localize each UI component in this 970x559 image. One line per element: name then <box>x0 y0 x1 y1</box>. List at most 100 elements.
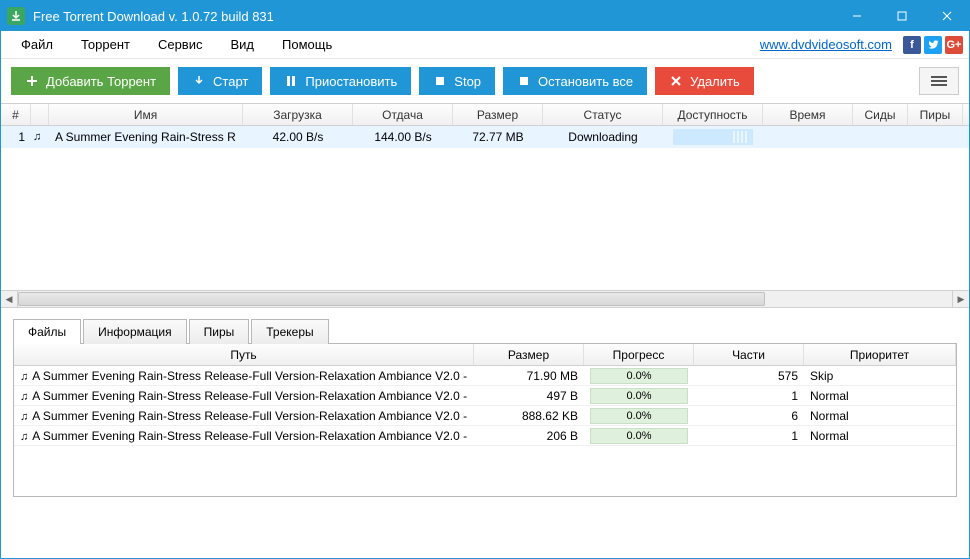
details-tabs: Файлы Информация Пиры Трекеры <box>13 318 957 343</box>
close-button[interactable] <box>924 1 969 31</box>
stop-icon <box>517 74 531 88</box>
menu-service[interactable]: Сервис <box>144 33 217 56</box>
maximize-button[interactable] <box>879 1 924 31</box>
col-icon[interactable] <box>31 104 49 125</box>
fcell-priority: Normal <box>804 389 956 403</box>
scroll-thumb[interactable] <box>18 292 765 306</box>
file-row[interactable]: ♫A Summer Evening Rain-Stress Release-Fu… <box>14 426 956 446</box>
titlebar: Free Torrent Download v. 1.0.72 build 83… <box>1 1 969 31</box>
col-size[interactable]: Размер <box>453 104 543 125</box>
torrent-row[interactable]: 1 ♫ A Summer Evening Rain-Stress R 42.00… <box>1 126 969 148</box>
file-row[interactable]: ♫A Summer Evening Rain-Stress Release-Fu… <box>14 406 956 426</box>
fcell-priority: Normal <box>804 409 956 423</box>
cell-name: A Summer Evening Rain-Stress R <box>49 130 243 144</box>
pause-label: Приостановить <box>305 74 397 89</box>
x-icon <box>669 74 683 88</box>
fcell-progress: 0.0% <box>584 388 694 404</box>
stop-label: Stop <box>454 74 481 89</box>
col-time[interactable]: Время <box>763 104 853 125</box>
fcell-priority: Skip <box>804 369 956 383</box>
cell-icon: ♫ <box>31 131 49 143</box>
col-upload[interactable]: Отдача <box>353 104 453 125</box>
fcol-path[interactable]: Путь <box>14 344 474 365</box>
music-note-icon: ♫ <box>33 131 41 143</box>
menu-help[interactable]: Помощь <box>268 33 346 56</box>
music-note-icon: ♫ <box>20 411 28 423</box>
progress-bar: 0.0% <box>590 368 688 384</box>
fcol-size[interactable]: Размер <box>474 344 584 365</box>
cell-status: Downloading <box>543 130 663 144</box>
menu-view[interactable]: Вид <box>216 33 268 56</box>
fcell-size: 888.62 KB <box>474 409 584 423</box>
fcell-parts: 575 <box>694 369 804 383</box>
music-note-icon: ♫ <box>20 431 28 443</box>
add-torrent-button[interactable]: Добавить Торрент <box>11 67 170 95</box>
fcol-progress[interactable]: Прогресс <box>584 344 694 365</box>
pause-button[interactable]: Приостановить <box>270 67 411 95</box>
col-num[interactable]: # <box>1 104 31 125</box>
fcell-path: ♫A Summer Evening Rain-Stress Release-Fu… <box>14 389 474 403</box>
fcell-progress: 0.0% <box>584 368 694 384</box>
fcell-progress: 0.0% <box>584 428 694 444</box>
progress-bar: 0.0% <box>590 428 688 444</box>
start-label: Старт <box>213 74 248 89</box>
stop-button[interactable]: Stop <box>419 67 495 95</box>
menu-file[interactable]: Файл <box>7 33 67 56</box>
col-name[interactable]: Имя <box>49 104 243 125</box>
fcell-parts: 6 <box>694 409 804 423</box>
start-button[interactable]: Старт <box>178 67 262 95</box>
scroll-right-arrow[interactable]: ▶ <box>952 291 969 307</box>
torrents-table: # Имя Загрузка Отдача Размер Статус Дост… <box>1 103 969 308</box>
website-link[interactable]: www.dvdvideosoft.com <box>752 37 900 52</box>
cell-avail <box>663 129 763 145</box>
horizontal-scrollbar[interactable]: ◀ ▶ <box>1 290 969 308</box>
music-note-icon: ♫ <box>20 371 28 383</box>
torrents-header-row: # Имя Загрузка Отдача Размер Статус Дост… <box>1 104 969 126</box>
menu-torrent[interactable]: Торрент <box>67 33 144 56</box>
hamburger-menu-button[interactable] <box>919 67 959 95</box>
col-peers[interactable]: Пиры <box>908 104 963 125</box>
tab-info[interactable]: Информация <box>83 319 186 344</box>
googleplus-icon[interactable]: G+ <box>945 36 963 54</box>
col-download[interactable]: Загрузка <box>243 104 353 125</box>
availability-bar <box>673 129 753 145</box>
fcell-path: ♫A Summer Evening Rain-Stress Release-Fu… <box>14 429 474 443</box>
delete-button[interactable]: Удалить <box>655 67 754 95</box>
pause-icon <box>284 74 298 88</box>
torrents-body: 1 ♫ A Summer Evening Rain-Stress R 42.00… <box>1 126 969 290</box>
window-title: Free Torrent Download v. 1.0.72 build 83… <box>33 9 834 24</box>
file-row[interactable]: ♫A Summer Evening Rain-Stress Release-Fu… <box>14 386 956 406</box>
files-header-row: Путь Размер Прогресс Части Приоритет <box>14 344 956 366</box>
tab-trackers[interactable]: Трекеры <box>251 319 328 344</box>
col-avail[interactable]: Доступность <box>663 104 763 125</box>
file-row[interactable]: ♫A Summer Evening Rain-Stress Release-Fu… <box>14 366 956 386</box>
app-icon <box>7 7 25 25</box>
cell-num: 1 <box>1 130 31 144</box>
scroll-track[interactable] <box>18 291 952 307</box>
fcol-parts[interactable]: Части <box>694 344 804 365</box>
tab-peers[interactable]: Пиры <box>189 319 250 344</box>
progress-bar: 0.0% <box>590 388 688 404</box>
minimize-button[interactable] <box>834 1 879 31</box>
cell-size: 72.77 MB <box>453 130 543 144</box>
col-status[interactable]: Статус <box>543 104 663 125</box>
scroll-left-arrow[interactable]: ◀ <box>1 291 18 307</box>
menubar: Файл Торрент Сервис Вид Помощь www.dvdvi… <box>1 31 969 59</box>
tab-files[interactable]: Файлы <box>13 319 81 344</box>
facebook-icon[interactable]: f <box>903 36 921 54</box>
plus-icon <box>25 74 39 88</box>
delete-label: Удалить <box>690 74 740 89</box>
stop-all-button[interactable]: Остановить все <box>503 67 647 95</box>
col-seeds[interactable]: Сиды <box>853 104 908 125</box>
stop-icon <box>433 74 447 88</box>
details-panel: Файлы Информация Пиры Трекеры Путь Разме… <box>1 308 969 509</box>
cell-upload: 144.00 B/s <box>353 130 453 144</box>
fcell-parts: 1 <box>694 389 804 403</box>
music-note-icon: ♫ <box>20 391 28 403</box>
fcol-priority[interactable]: Приоритет <box>804 344 956 365</box>
fcell-size: 206 B <box>474 429 584 443</box>
progress-bar: 0.0% <box>590 408 688 424</box>
twitter-icon[interactable] <box>924 36 942 54</box>
cell-download: 42.00 B/s <box>243 130 353 144</box>
fcell-path: ♫A Summer Evening Rain-Stress Release-Fu… <box>14 409 474 423</box>
